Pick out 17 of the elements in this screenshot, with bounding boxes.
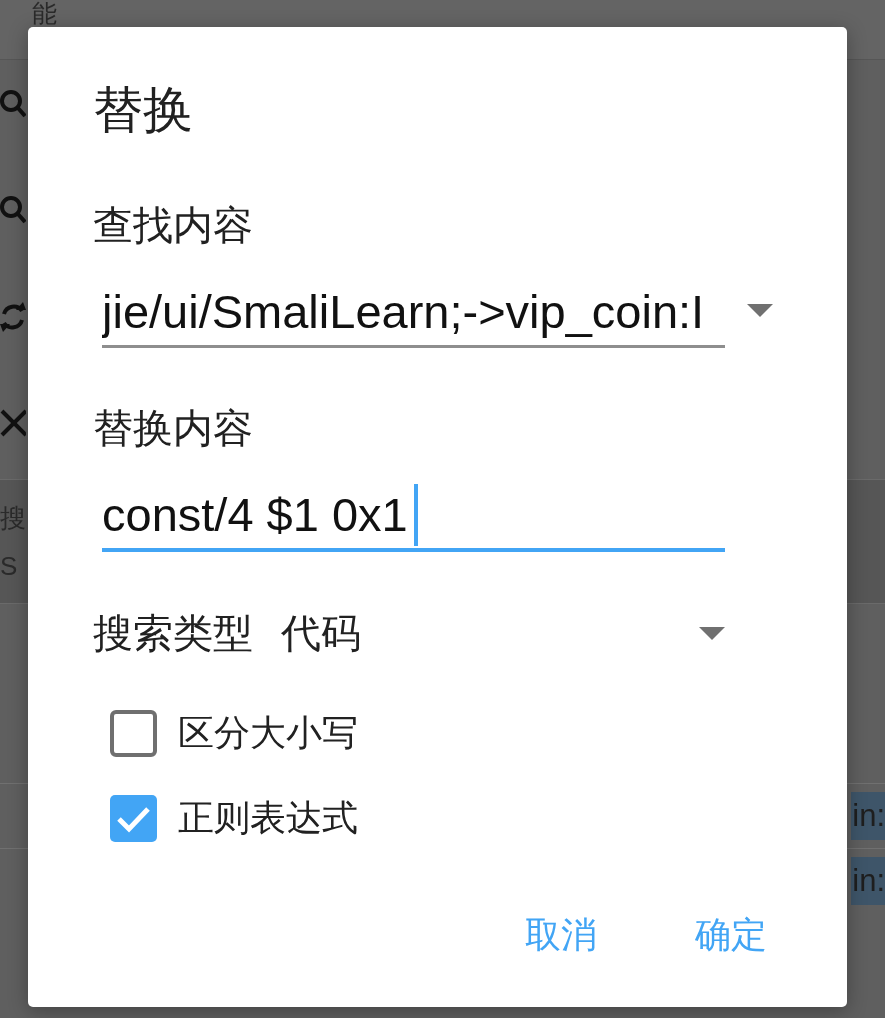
replace-field[interactable]: const/4 $1 0x1 xyxy=(102,483,725,552)
checkbox-label[interactable]: 区分大小写 xyxy=(178,709,358,757)
search-type-dropdown[interactable]: 代码 xyxy=(281,609,725,657)
field-label: 搜索类型 xyxy=(93,610,253,657)
checkbox[interactable] xyxy=(110,709,157,757)
result-text: in: xyxy=(851,792,885,840)
checkbox[interactable] xyxy=(110,794,157,842)
caret-icon[interactable] xyxy=(747,303,773,317)
dialog-title: 替换 xyxy=(93,82,193,138)
text-cursor-icon xyxy=(413,484,418,546)
checkbox-label[interactable]: 正则表达式 xyxy=(178,794,358,842)
field-label: 替换内容 xyxy=(93,405,253,452)
caret-icon xyxy=(699,626,725,640)
result-text: in: xyxy=(851,857,885,905)
screen-title: 能 xyxy=(32,0,57,26)
field-label: 查找内容 xyxy=(93,202,253,249)
refresh-icon[interactable] xyxy=(0,300,26,334)
